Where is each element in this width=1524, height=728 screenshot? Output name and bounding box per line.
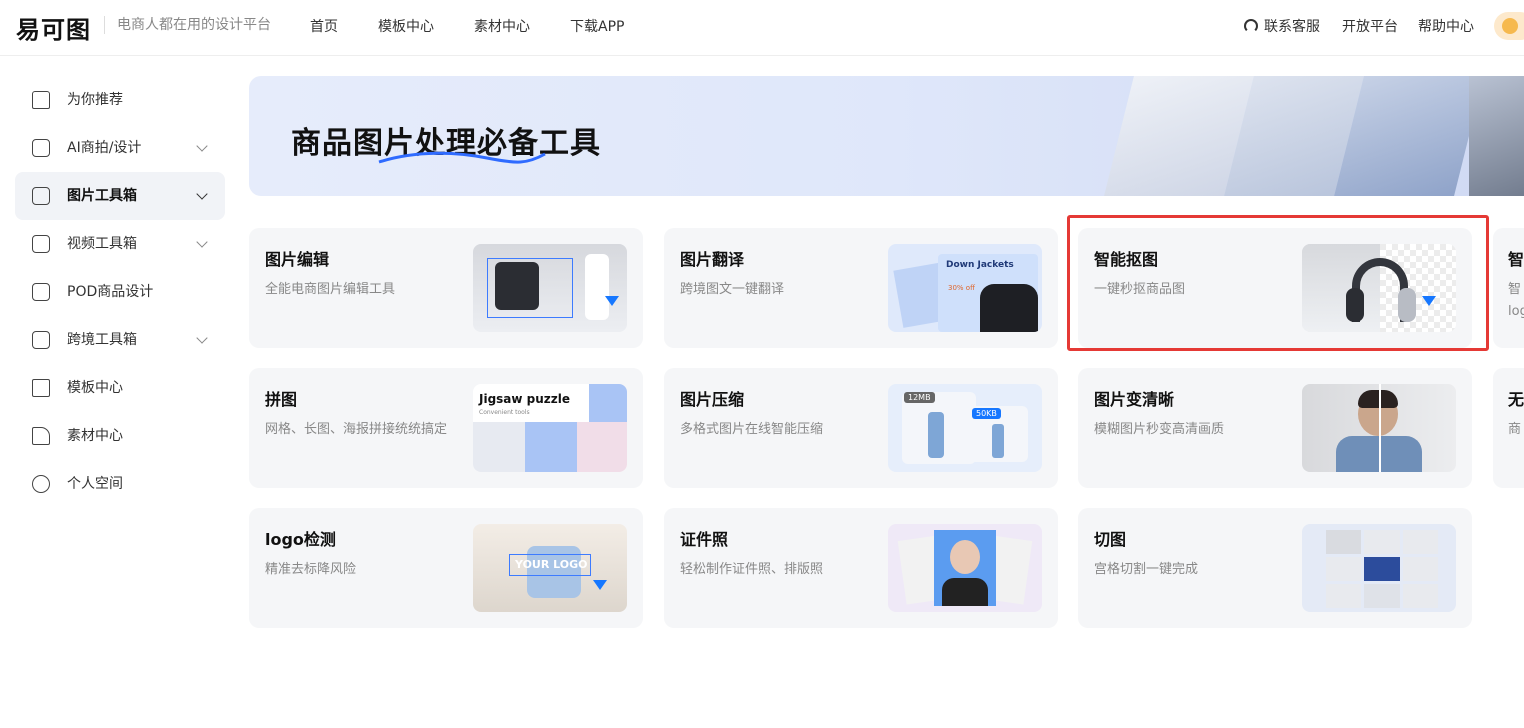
tool-card-image-edit[interactable]: 图片编辑 全能电商图片编辑工具 (249, 228, 643, 348)
open-platform-link[interactable]: 开放平台 (1342, 16, 1398, 36)
tool-thumbnail: 12MB 50KB (888, 384, 1042, 472)
tool-card-id-photo[interactable]: 证件照 轻松制作证件照、排版照 (664, 508, 1058, 628)
sidebar-item-image-toolbox[interactable]: 图片工具箱 (15, 172, 225, 220)
jigsaw-img-text: Jigsaw puzzle (479, 392, 571, 406)
logo-img-text: YOUR LOGO (515, 558, 588, 571)
tool-title: logo检测 (265, 530, 336, 549)
translate-img-text: Down Jackets (946, 260, 1014, 270)
jigsaw-img-sub: Convenient tools (479, 409, 530, 416)
tool-title: 切图 (1094, 530, 1127, 549)
translate-img-sub: 30% off (948, 284, 975, 292)
sidebar-item-pod[interactable]: POD商品设计 (15, 268, 225, 316)
tool-desc: 智 log (1508, 282, 1524, 319)
tool-thumbnail: Jigsaw puzzle Convenient tools (473, 384, 627, 472)
sidebar-item-materials[interactable]: 素材中心 (15, 412, 225, 460)
compress-before-badge: 12MB (904, 392, 935, 403)
nav-download-app[interactable]: 下载APP (570, 16, 624, 36)
coin-icon (1502, 18, 1518, 34)
tool-thumbnail (473, 244, 627, 332)
tool-desc: 网格、长图、海报拼接统统搞定 (265, 422, 448, 437)
tool-title: 图片压缩 (680, 390, 745, 409)
tool-desc: 轻松制作证件照、排版照 (680, 562, 824, 577)
tool-desc: 宫格切割一键完成 (1094, 562, 1199, 577)
tool-title: 拼图 (265, 390, 298, 409)
tool-card-image-translate[interactable]: 图片翻译 跨境图文一键翻译 Down Jackets 30% off (664, 228, 1058, 348)
sidebar-item-recommend[interactable]: 为你推荐 (15, 76, 225, 124)
tool-desc: 商 (1508, 422, 1522, 437)
tool-card-slice[interactable]: 切图 宫格切割一键完成 (1078, 508, 1472, 628)
bookmark-icon (32, 331, 50, 349)
user-avatar[interactable] (1494, 12, 1524, 40)
home-icon (32, 91, 50, 109)
sidebar-item-crossborder[interactable]: 跨境工具箱 (15, 316, 225, 364)
banner: 商品图片处理必备工具 (249, 76, 1524, 196)
bag-icon (32, 283, 50, 301)
sidebar-item-label: 模板中心 (67, 380, 123, 396)
tool-title: 图片变清晰 (1094, 390, 1175, 409)
tool-desc: 跨境图文一键翻译 (680, 282, 785, 297)
tool-card-partial-2[interactable]: 无 商 (1493, 368, 1524, 488)
top-header: 易可图 电商人都在用的设计平台 首页 模板中心 素材中心 下载APP 联系客服 … (0, 0, 1524, 56)
tool-card-jigsaw[interactable]: 拼图 网格、长图、海报拼接统统搞定 Jigsaw puzzle Convenie… (249, 368, 643, 488)
slogan: 电商人都在用的设计平台 (104, 16, 271, 34)
banner-underline (378, 151, 546, 164)
tool-title: 图片翻译 (680, 250, 745, 269)
tool-thumbnail (888, 524, 1042, 612)
tool-title: 图片编辑 (265, 250, 330, 269)
video-icon (32, 235, 50, 253)
sidebar-item-label: 为你推荐 (67, 92, 123, 108)
tool-thumbnail: Down Jackets 30% off (888, 244, 1042, 332)
material-icon (32, 427, 50, 445)
support-label: 联系客服 (1264, 19, 1320, 35)
tool-thumbnail (1302, 524, 1456, 612)
sidebar-item-templates[interactable]: 模板中心 (15, 364, 225, 412)
tool-card-enhance[interactable]: 图片变清晰 模糊图片秒变高清画质 (1078, 368, 1472, 488)
nav-materials[interactable]: 素材中心 (474, 16, 530, 36)
sidebar-item-label: 视频工具箱 (67, 236, 137, 252)
tool-card-partial-1[interactable]: 智 智 log (1493, 228, 1524, 348)
sidebar-item-label: 图片工具箱 (67, 188, 137, 204)
user-icon (32, 475, 50, 493)
sidebar-item-personal[interactable]: 个人空间 (15, 460, 225, 508)
sidebar-item-label: AI商拍/设计 (67, 140, 142, 156)
nav-home[interactable]: 首页 (310, 16, 338, 36)
tool-desc: 模糊图片秒变高清画质 (1094, 422, 1225, 437)
sidebar-item-ai-design[interactable]: AI商拍/设计 (15, 124, 225, 172)
template-icon (32, 379, 50, 397)
tool-title: 智 (1508, 250, 1524, 269)
sidebar-item-label: 个人空间 (67, 476, 123, 492)
nav-templates[interactable]: 模板中心 (378, 16, 434, 36)
tool-desc: 精准去标降风险 (265, 562, 357, 577)
tool-card-logo-detect[interactable]: logo检测 精准去标降风险 YOUR LOGO (249, 508, 643, 628)
tool-desc: 多格式图片在线智能压缩 (680, 422, 824, 437)
tool-title: 证件照 (680, 530, 729, 549)
tool-thumbnail: YOUR LOGO (473, 524, 627, 612)
tool-title: 无 (1508, 390, 1524, 409)
tool-desc: 全能电商图片编辑工具 (265, 282, 396, 297)
help-center-link[interactable]: 帮助中心 (1418, 16, 1474, 36)
selection-highlight (1067, 215, 1489, 351)
chevron-down-icon (196, 140, 208, 152)
logo[interactable]: 易可图 (16, 10, 91, 45)
headset-icon (1244, 19, 1258, 33)
sidebar-item-label: POD商品设计 (67, 284, 154, 300)
toolbox-icon (32, 187, 50, 205)
sidebar-item-label: 素材中心 (67, 428, 123, 444)
chevron-down-icon (196, 188, 208, 200)
sidebar-item-label: 跨境工具箱 (67, 332, 137, 348)
compress-after-badge: 50KB (972, 408, 1001, 419)
chevron-down-icon (196, 236, 208, 248)
ai-icon (32, 139, 50, 157)
tool-card-compress[interactable]: 图片压缩 多格式图片在线智能压缩 12MB 50KB (664, 368, 1058, 488)
tool-thumbnail (1302, 384, 1456, 472)
banner-model2-image (1469, 76, 1524, 196)
support-link[interactable]: 联系客服 (1244, 16, 1320, 36)
chevron-down-icon (196, 332, 208, 344)
sidebar-item-video-toolbox[interactable]: 视频工具箱 (15, 220, 225, 268)
